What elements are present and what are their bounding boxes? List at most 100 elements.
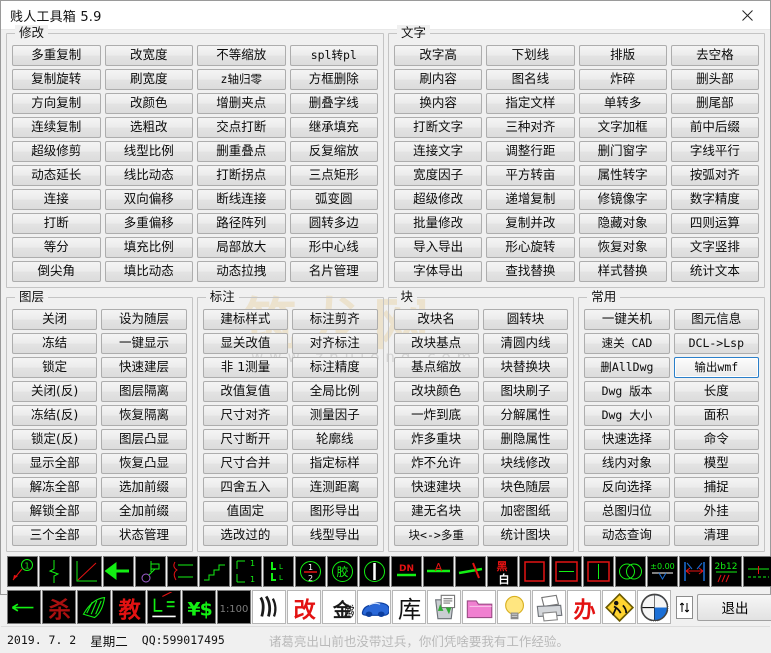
button-text-32[interactable]: 导入导出 [394, 237, 483, 258]
button-dimension-4[interactable]: 非 1测量 [202, 357, 289, 378]
button-modify-39[interactable]: 名片管理 [289, 261, 378, 282]
button-layer-9[interactable]: 恢复隔离 [101, 405, 187, 426]
button-text-5[interactable]: 图名线 [486, 69, 575, 90]
pink-folder-icon[interactable] [462, 590, 496, 624]
button-dimension-9[interactable]: 测量因子 [292, 405, 378, 426]
button-block-0[interactable]: 改块名 [393, 309, 479, 330]
corner-marks-icon[interactable]: 11 [231, 556, 262, 587]
button-modify-23[interactable]: 三点矩形 [289, 165, 378, 186]
button-dimension-8[interactable]: 尺寸对齐 [202, 405, 289, 426]
button-layer-16[interactable]: 解锁全部 [12, 501, 98, 522]
green-hatch-icon[interactable] [77, 590, 111, 624]
button-common-9[interactable]: 面积 [673, 405, 759, 426]
half-fraction-icon[interactable]: 12 [295, 556, 326, 587]
center-mark-icon[interactable] [743, 556, 771, 587]
button-text-2[interactable]: 排版 [578, 45, 667, 66]
button-block-9[interactable]: 分解属性 [482, 405, 569, 426]
black-white-icon[interactable]: 黑白 [487, 556, 518, 587]
button-common-5[interactable]: 输出wmf [673, 357, 759, 378]
button-block-2[interactable]: 改块基点 [393, 333, 479, 354]
button-modify-31[interactable]: 圆转多边 [289, 213, 378, 234]
button-modify-10[interactable]: 增删夹点 [197, 93, 286, 114]
button-modify-26[interactable]: 断线连接 [197, 189, 286, 210]
level-mark-icon[interactable] [135, 556, 166, 587]
button-modify-7[interactable]: 方框删除 [289, 69, 378, 90]
button-modify-3[interactable]: spl转pl [289, 45, 378, 66]
button-text-1[interactable]: 下划线 [486, 45, 575, 66]
button-dimension-12[interactable]: 尺寸合并 [202, 453, 289, 474]
brush-stroke-icon[interactable] [252, 590, 286, 624]
button-dimension-5[interactable]: 标注精度 [292, 357, 378, 378]
scale-1-100-icon[interactable]: 1:100 [217, 590, 251, 624]
button-layer-7[interactable]: 图层隔离 [101, 381, 187, 402]
button-common-2[interactable]: 速关 CAD [584, 333, 670, 354]
button-dimension-19[interactable]: 线型导出 [292, 525, 378, 546]
button-modify-4[interactable]: 复制旋转 [12, 69, 101, 90]
button-modify-9[interactable]: 改颜色 [104, 93, 193, 114]
button-dimension-15[interactable]: 连测距离 [292, 477, 378, 498]
button-text-38[interactable]: 样式替换 [578, 261, 667, 282]
button-text-18[interactable]: 删门窗字 [578, 141, 667, 162]
button-text-25[interactable]: 递增复制 [486, 189, 575, 210]
button-block-8[interactable]: 一炸到底 [393, 405, 479, 426]
button-block-7[interactable]: 图块刷子 [482, 381, 569, 402]
button-block-16[interactable]: 建无名块 [393, 501, 479, 522]
button-modify-22[interactable]: 打断拐点 [197, 165, 286, 186]
button-common-11[interactable]: 命令 [673, 429, 759, 450]
button-text-28[interactable]: 批量修改 [394, 213, 483, 234]
button-modify-37[interactable]: 填比动态 [104, 261, 193, 282]
close-icon[interactable] [725, 2, 770, 29]
button-common-0[interactable]: 一键关机 [584, 309, 670, 330]
button-text-3[interactable]: 去空格 [670, 45, 759, 66]
curve-offset-icon[interactable] [167, 556, 198, 587]
align-le-icon[interactable] [147, 590, 181, 624]
green-line-icon[interactable] [7, 590, 41, 624]
button-modify-15[interactable]: 继承填充 [289, 117, 378, 138]
button-modify-16[interactable]: 超级修剪 [12, 141, 101, 162]
button-modify-25[interactable]: 双向偏移 [104, 189, 193, 210]
button-common-14[interactable]: 反向选择 [584, 477, 670, 498]
button-dimension-16[interactable]: 值固定 [202, 501, 289, 522]
button-layer-0[interactable]: 关闭 [12, 309, 98, 330]
button-text-33[interactable]: 形心旋转 [486, 237, 575, 258]
button-text-15[interactable]: 前中后缀 [670, 117, 759, 138]
button-text-24[interactable]: 超级修改 [394, 189, 483, 210]
button-modify-30[interactable]: 路径阵列 [197, 213, 286, 234]
button-text-16[interactable]: 连接文字 [394, 141, 483, 162]
button-block-19[interactable]: 统计图块 [482, 525, 569, 546]
button-text-10[interactable]: 单转多 [578, 93, 667, 114]
button-text-14[interactable]: 文字加框 [578, 117, 667, 138]
button-dimension-6[interactable]: 改值复值 [202, 381, 289, 402]
button-block-12[interactable]: 炸不允许 [393, 453, 479, 474]
hatch-2b12-icon[interactable]: 2b12 [711, 556, 742, 587]
button-modify-32[interactable]: 等分 [12, 237, 101, 258]
red-square-icon[interactable] [519, 556, 550, 587]
button-layer-2[interactable]: 冻结 [12, 333, 98, 354]
button-modify-36[interactable]: 倒尖角 [12, 261, 101, 282]
lightbulb-icon[interactable] [497, 590, 531, 624]
button-text-12[interactable]: 打断文字 [394, 117, 483, 138]
button-block-15[interactable]: 块色随层 [482, 477, 569, 498]
elevation-icon[interactable]: ±0.00 [647, 556, 678, 587]
button-dimension-17[interactable]: 图形导出 [292, 501, 378, 522]
button-modify-2[interactable]: 不等缩放 [197, 45, 286, 66]
button-common-18[interactable]: 动态查询 [584, 525, 670, 546]
button-layer-6[interactable]: 关闭(反) [12, 381, 98, 402]
button-dimension-7[interactable]: 全局比例 [292, 381, 378, 402]
circle-pin-icon[interactable] [359, 556, 390, 587]
calligraphy-icon[interactable]: 金麟 [322, 590, 356, 624]
button-modify-21[interactable]: 线比动态 [104, 165, 193, 186]
button-text-17[interactable]: 调整行距 [486, 141, 575, 162]
button-text-6[interactable]: 炸碎 [578, 69, 667, 90]
button-text-20[interactable]: 宽度因子 [394, 165, 483, 186]
button-modify-18[interactable]: 删重叠点 [197, 141, 286, 162]
button-block-5[interactable]: 块替换块 [482, 357, 569, 378]
button-modify-5[interactable]: 刷宽度 [104, 69, 193, 90]
button-common-12[interactable]: 线内对象 [584, 453, 670, 474]
button-text-35[interactable]: 文字竖排 [670, 237, 759, 258]
button-dimension-2[interactable]: 显关改值 [202, 333, 289, 354]
button-text-31[interactable]: 四则运算 [670, 213, 759, 234]
button-layer-4[interactable]: 锁定 [12, 357, 98, 378]
arrow-left-icon[interactable] [103, 556, 134, 587]
button-dimension-10[interactable]: 尺寸断开 [202, 429, 289, 450]
